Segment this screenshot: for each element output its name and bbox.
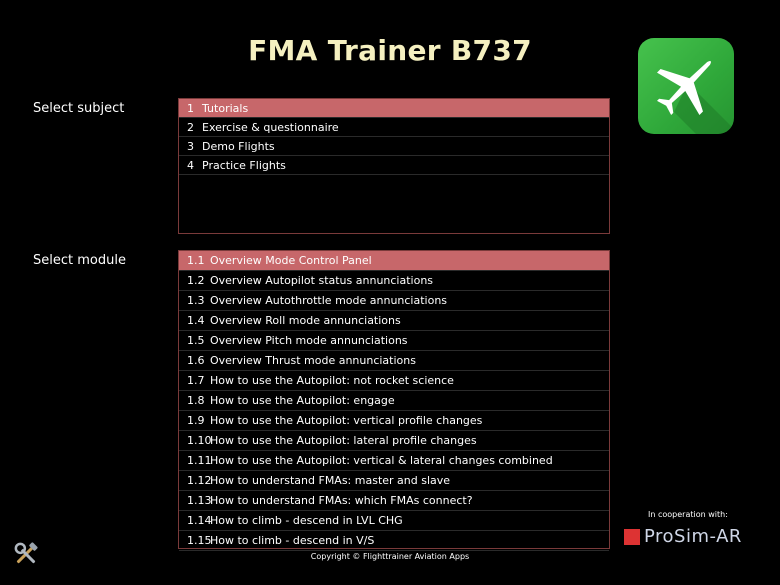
module-item[interactable]: 1.9 How to use the Autopilot: vertical pr…	[179, 411, 609, 431]
module-label: Overview Autothrottle mode annunciations	[210, 294, 448, 307]
module-num: 1.7	[187, 374, 205, 387]
module-num: 1.1	[187, 254, 205, 267]
module-item[interactable]: 1.1 Overview Mode Control Panel	[179, 251, 609, 271]
cooperation-text: In cooperation with:	[648, 510, 728, 519]
subject-label: Practice Flights	[202, 159, 286, 172]
module-item[interactable]: 1.12How to understand FMAs: master and s…	[179, 471, 609, 491]
subject-list: 1 Tutorials 2 Exercise & questionnaire 3 De…	[178, 98, 610, 234]
module-item[interactable]: 1.14How to climb - descend in LVL CHG	[179, 511, 609, 531]
module-num: 1.12	[187, 474, 212, 487]
module-num: 1.4	[187, 314, 205, 327]
module-item[interactable]: 1.15How to climb - descend in V/S	[179, 531, 609, 551]
subject-item-practice-flights[interactable]: 4 Practice Flights	[179, 156, 609, 175]
module-item[interactable]: 1.7 How to use the Autopilot: not rocket …	[179, 371, 609, 391]
module-num: 1.6	[187, 354, 205, 367]
module-list: 1.1 Overview Mode Control Panel 1.2 Overvi…	[178, 250, 610, 551]
prosim-logo-icon[interactable]: ProSim-AR	[624, 526, 754, 548]
subject-label: Exercise & questionnaire	[202, 121, 339, 134]
subject-num: 1	[187, 102, 194, 115]
subject-item-demo-flights[interactable]: 3 Demo Flights	[179, 137, 609, 156]
module-item[interactable]: 1.3 Overview Autothrottle mode annunciati…	[179, 291, 609, 311]
partner-name: ProSim-AR	[644, 526, 742, 547]
module-num: 1.2	[187, 274, 205, 287]
select-module-label: Select module	[33, 253, 126, 268]
module-num: 1.11	[187, 454, 212, 467]
subject-label: Tutorials	[202, 102, 249, 115]
module-label: How to use the Autopilot: vertical & lat…	[210, 454, 553, 467]
module-label: How to understand FMAs: which FMAs conne…	[210, 494, 473, 507]
module-item[interactable]: 1.13How to understand FMAs: which FMAs c…	[179, 491, 609, 511]
module-label: How to use the Autopilot: lateral profil…	[210, 434, 477, 447]
subject-num: 4	[187, 159, 194, 172]
module-num: 1.15	[187, 534, 212, 547]
copyright-text: Copyright © Flighttrainer Aviation Apps	[310, 552, 470, 561]
module-num: 1.3	[187, 294, 205, 307]
module-num: 1.5	[187, 334, 205, 347]
module-item[interactable]: 1.2 Overview Autopilot status annunciatio…	[179, 271, 609, 291]
module-item[interactable]: 1.10How to use the Autopilot: lateral pr…	[179, 431, 609, 451]
subject-item-tutorials[interactable]: 1 Tutorials	[179, 99, 609, 118]
module-num: 1.10	[187, 434, 212, 447]
prosim-logo-mark	[624, 529, 640, 545]
airplane-icon	[638, 38, 734, 134]
module-num: 1.14	[187, 514, 212, 527]
module-num: 1.9	[187, 414, 205, 427]
module-label: How to use the Autopilot: engage	[210, 394, 395, 407]
module-label: How to use the Autopilot: vertical profi…	[210, 414, 483, 427]
module-label: How to use the Autopilot: not rocket sci…	[210, 374, 454, 387]
module-label: Overview Autopilot status annunciations	[210, 274, 434, 287]
module-item[interactable]: 1.4 Overview Roll mode annunciations	[179, 311, 609, 331]
module-label: Overview Roll mode annunciations	[210, 314, 401, 327]
module-label: Overview Thrust mode annunciations	[210, 354, 416, 367]
select-subject-label: Select subject	[33, 101, 125, 116]
module-num: 1.13	[187, 494, 212, 507]
subject-label: Demo Flights	[202, 140, 275, 153]
module-label: How to climb - descend in LVL CHG	[210, 514, 403, 527]
module-item[interactable]: 1.8 How to use the Autopilot: engage	[179, 391, 609, 411]
module-num: 1.8	[187, 394, 205, 407]
module-label: Overview Mode Control Panel	[210, 254, 372, 267]
subject-num: 3	[187, 140, 194, 153]
module-label: How to understand FMAs: master and slave	[210, 474, 451, 487]
module-label: Overview Pitch mode annunciations	[210, 334, 408, 347]
subject-item-exercise[interactable]: 2 Exercise & questionnaire	[179, 118, 609, 137]
module-item[interactable]: 1.5 Overview Pitch mode annunciations	[179, 331, 609, 351]
module-item[interactable]: 1.6 Overview Thrust mode annunciations	[179, 351, 609, 371]
module-label: How to climb - descend in V/S	[210, 534, 375, 547]
module-item[interactable]: 1.11How to use the Autopilot: vertical &…	[179, 451, 609, 471]
subject-num: 2	[187, 121, 194, 134]
